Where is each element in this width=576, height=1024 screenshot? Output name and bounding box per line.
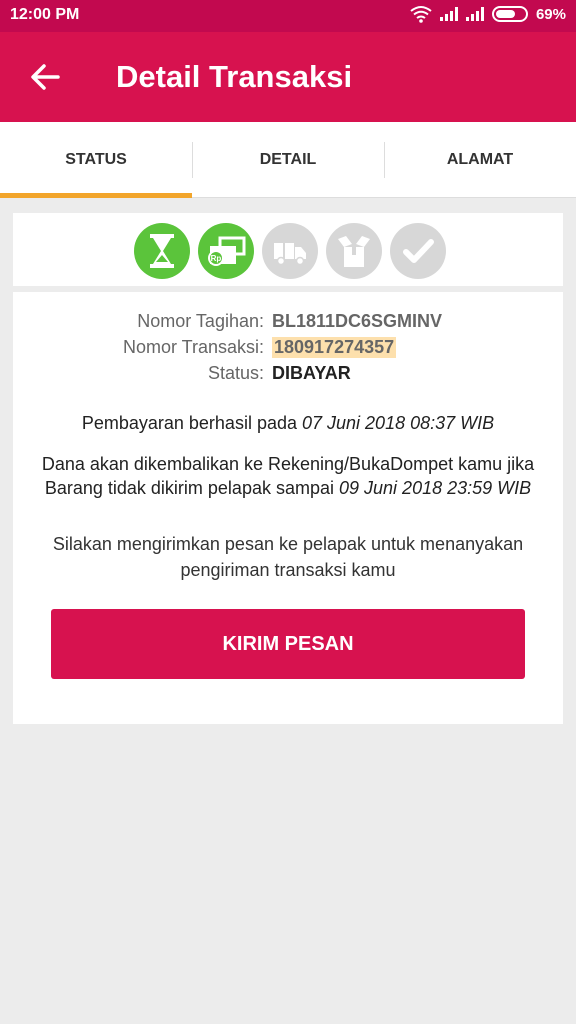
info-row-status: Status: DIBAYAR (13, 360, 563, 386)
step-shipping (262, 223, 318, 279)
payment-rp-icon: Rp (208, 236, 246, 266)
contact-message: Silakan mengirimkan pesan ke pelapak unt… (13, 531, 563, 583)
status-bar: 12:00 PM 69% (0, 0, 576, 32)
payment-message: Pembayaran berhasil pada 07 Juni 2018 08… (13, 411, 563, 435)
transaksi-value[interactable]: 180917274357 (272, 336, 397, 358)
battery-percent: 69% (535, 5, 566, 23)
tagihan-value: BL1811DC6SGMINV (272, 310, 443, 331)
arrow-left-icon[interactable] (28, 60, 62, 94)
checkmark-icon (403, 239, 434, 263)
page-title: Detail Transaksi (116, 59, 353, 94)
contact-line1: Silakan mengirimkan pesan ke pelapak unt… (52, 534, 524, 554)
step-payment: Rp (198, 223, 254, 279)
tab-alamat[interactable]: ALAMAT (384, 122, 576, 198)
status-content-card: Nomor Tagihan: BL1811DC6SGMINV Nomor Tra… (13, 292, 563, 724)
signal-icon (439, 7, 458, 21)
tab-status[interactable]: STATUS (0, 122, 192, 198)
wifi-icon (410, 6, 432, 23)
status-label: Status: (207, 362, 264, 383)
progress-steps-card: Rp (13, 213, 563, 289)
tab-bar: STATUS DETAIL ALAMAT (0, 122, 576, 198)
status-icons: 69% (410, 5, 566, 23)
tab-detail[interactable]: DETAIL (192, 122, 384, 198)
info-row-tagihan: Nomor Tagihan: BL1811DC6SGMINV (13, 308, 563, 334)
refund-message: Dana akan dikembalikan ke Rekening/BukaD… (13, 452, 563, 500)
contact-line2: pengiriman transaksi kamu (180, 560, 396, 580)
progress-steps: Rp (134, 223, 446, 279)
status-time: 12:00 PM (10, 6, 80, 23)
tagihan-label: Nomor Tagihan: (137, 310, 264, 331)
payment-date: 07 Juni 2018 08:37 WIB (302, 413, 495, 433)
step-complete (390, 223, 446, 279)
hourglass-icon (150, 234, 174, 268)
signal-icon-2 (465, 7, 484, 21)
step-hourglass (134, 223, 190, 279)
battery-icon (491, 6, 528, 22)
info-row-transaksi: Nomor Transaksi: 180917274357 (13, 334, 563, 360)
refund-prefix: Barang tidak dikirim pelapak sampai (44, 478, 334, 498)
refund-line1: Dana akan dikembalikan ke Rekening/BukaD… (41, 454, 535, 474)
app-bar: Detail Transaksi (0, 32, 576, 122)
step-delivery (326, 223, 382, 279)
refund-date: 09 Juni 2018 23:59 WIB (339, 478, 532, 498)
truck-icon (274, 243, 306, 266)
kirim-pesan-button[interactable]: KIRIM PESAN (51, 609, 525, 679)
tab-indicator (0, 193, 192, 198)
transaction-info: Nomor Tagihan: BL1811DC6SGMINV Nomor Tra… (13, 308, 563, 386)
transaksi-label: Nomor Transaksi: (122, 336, 264, 357)
svg-text:Rp: Rp (211, 254, 222, 263)
package-icon (338, 236, 370, 267)
refund-line2: Barang tidak dikirim pelapak sampai 09 J… (13, 476, 563, 500)
status-value: DIBAYAR (272, 362, 351, 383)
payment-prefix: Pembayaran berhasil pada (81, 413, 297, 433)
